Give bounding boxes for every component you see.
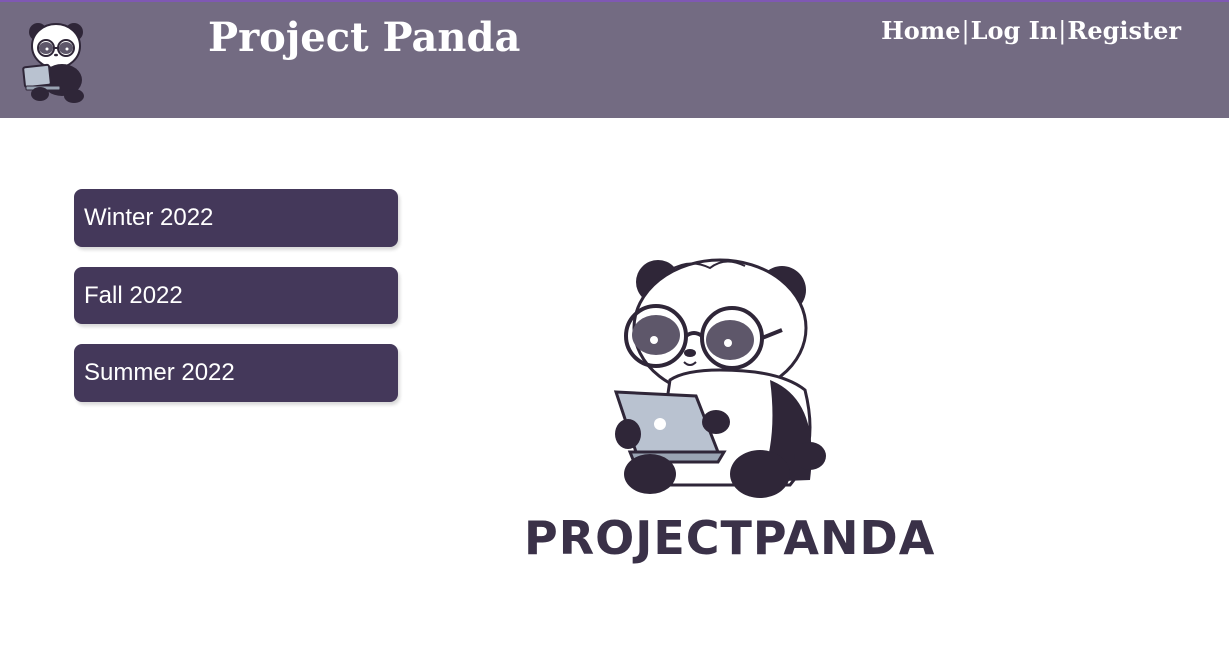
term-button-summer-2022[interactable]: Summer 2022 <box>74 344 398 402</box>
hero-logo: PROJECTPANDA <box>520 250 940 570</box>
hero-wordmark: PROJECTPANDA <box>524 511 936 565</box>
nav-home-link[interactable]: Home <box>881 16 960 45</box>
site-header: Project Panda Home|Log In|Register <box>0 0 1229 118</box>
nav-separator: | <box>961 17 970 45</box>
term-button-fall-2022[interactable]: Fall 2022 <box>74 267 398 324</box>
top-nav: Home|Log In|Register <box>881 14 1181 48</box>
nav-separator: | <box>1058 17 1067 45</box>
panda-logo-icon[interactable] <box>18 18 96 104</box>
term-list: Winter 2022 Fall 2022 Summer 2022 <box>74 189 398 422</box>
panda-with-laptop-icon <box>613 258 826 498</box>
term-button-winter-2022[interactable]: Winter 2022 <box>74 189 398 247</box>
nav-register-link[interactable]: Register <box>1067 16 1181 45</box>
site-title: Project Panda <box>208 14 521 61</box>
nav-login-link[interactable]: Log In <box>971 16 1058 45</box>
